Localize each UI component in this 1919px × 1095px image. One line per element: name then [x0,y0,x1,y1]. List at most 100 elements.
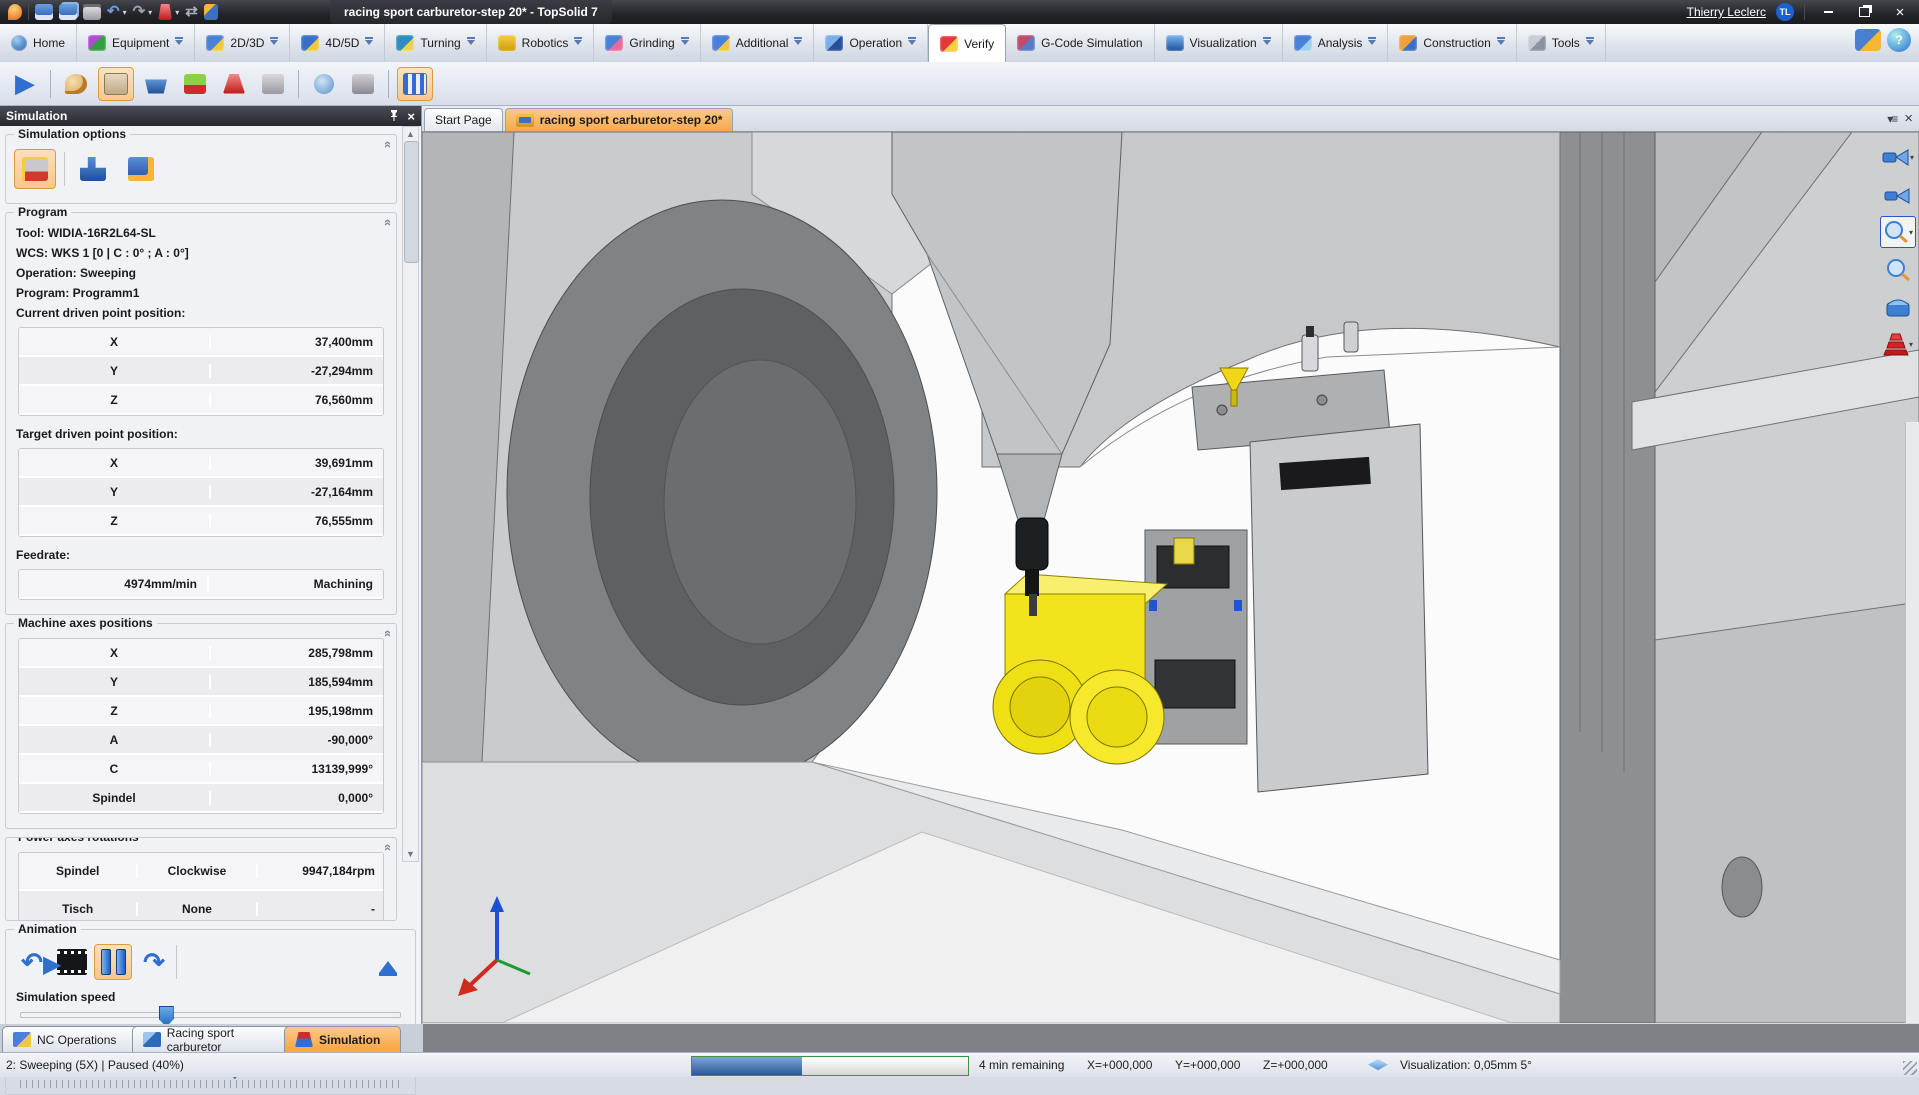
save-icon[interactable] [35,4,53,20]
pause-button[interactable] [94,944,132,980]
tab-verify[interactable]: Verify [928,24,1006,62]
eject-button[interactable] [379,949,397,976]
dropdown-icon[interactable] [794,37,802,49]
scroll-down-icon[interactable]: ▼ [406,847,415,861]
tab-operation[interactable]: Operation [814,24,928,62]
tab-turning[interactable]: Turning [385,24,486,62]
tab-visualization[interactable]: Visualization [1155,24,1283,62]
collapse-icon[interactable]: » [379,844,394,851]
pin-icon[interactable] [389,109,399,124]
table-row: Y-27,294mm [19,357,383,386]
visualization-setting[interactable]: Visualization: 0,05mm 5° [1400,1058,1532,1072]
help-icon[interactable]: ? [1887,28,1911,52]
material-palette-icon[interactable] [59,68,93,100]
dropdown-icon[interactable] [908,37,916,49]
close-document-icon[interactable]: × [1904,110,1913,127]
dropdown-icon[interactable] [1263,37,1271,49]
delete-steps-icon[interactable] [158,4,172,20]
tab-4d5d[interactable]: 4D/5D [290,24,385,62]
axes-histogram-button[interactable] [397,67,433,101]
delete-dropdown-icon[interactable]: ▾ [175,8,179,17]
dropdown-icon[interactable] [574,37,582,49]
dropdown-icon[interactable] [270,37,278,49]
table-row: 4974mm/min Machining [19,570,383,599]
collision-cube-button[interactable] [256,68,290,100]
table-row: Tisch None - [19,891,383,921]
panel-close-icon[interactable]: × [407,109,415,124]
wizard-icon[interactable] [1855,29,1881,51]
gray-part-button[interactable] [346,68,380,100]
viewport-3d[interactable]: ▾ ▾ ▾ [422,132,1919,1023]
tab-active-document[interactable]: racing sport carburetor-step 20* [505,108,734,131]
part-document-icon [143,1032,161,1047]
sync-icon[interactable]: ⇄ [185,4,198,20]
named-view-icon[interactable]: ▾ [1881,142,1915,172]
tab-simulation[interactable]: Simulation [284,1026,401,1052]
tab-robotics[interactable]: Robotics [487,24,595,62]
dropdown-icon[interactable] [1368,37,1376,49]
toolpath-levels-icon[interactable]: ▾ [1881,329,1915,359]
stock-simulation-button[interactable] [98,67,134,101]
play-simulation-button[interactable]: ▶ [8,68,42,100]
scroll-up-icon[interactable]: ▲ [406,127,415,141]
undo-dropdown-icon[interactable]: ▾ [123,8,127,17]
step-forward-button[interactable]: ↷ [136,945,172,979]
tab-construction[interactable]: Construction [1388,24,1516,62]
dropdown-icon[interactable] [681,37,689,49]
tab-racing-sport-carburetor[interactable]: Racing sport carburetor [132,1026,301,1052]
box-view-icon[interactable] [1881,292,1915,322]
redo-dropdown-icon[interactable]: ▾ [148,8,152,17]
power-axes-group: Power axes rotations » Spindel Clockwise… [5,837,397,921]
verify-zoom-button[interactable] [307,68,341,100]
machined-part-button[interactable] [178,68,212,100]
stock-removal-option[interactable] [14,149,56,189]
print-icon[interactable] [83,4,101,20]
tab-start-page[interactable]: Start Page [424,108,503,131]
tab-list-icon[interactable]: ▾≡ [1887,112,1896,126]
minimize-button[interactable] [1815,3,1841,21]
resize-grip[interactable] [1903,1061,1917,1075]
tab-analysis[interactable]: Analysis [1283,24,1389,62]
export-icon[interactable] [204,4,218,20]
close-button[interactable]: × [1887,3,1913,21]
tab-home[interactable]: Home [0,24,77,62]
tab-gcode-simulation[interactable]: G-Code Simulation [1006,24,1154,62]
zoom-window-icon[interactable] [1881,255,1915,285]
visualization-layers-icon[interactable] [1368,1059,1388,1073]
user-name-link[interactable]: Thierry Leclerc [1687,5,1766,19]
dropdown-icon[interactable] [365,37,373,49]
tab-grinding[interactable]: Grinding [594,24,700,62]
collapse-icon[interactable]: » [379,630,394,637]
panel-scrollbar[interactable]: ▲ ▼ [402,126,419,862]
restore-button[interactable] [1851,3,1877,21]
user-avatar[interactable]: TL [1776,3,1794,21]
tab-additional[interactable]: Additional [701,24,815,62]
program-operation: Operation: Sweeping [10,263,392,283]
toolpath-steps-button[interactable] [217,68,251,100]
collapse-icon[interactable]: » [379,219,394,226]
table-row: X39,691mm [19,449,383,478]
tab-tools[interactable]: Tools [1517,24,1606,62]
scrollbar-thumb[interactable] [404,141,419,263]
collision-detection-option[interactable] [121,150,161,188]
zoom-tool-icon[interactable]: ▾ [1880,216,1916,248]
table-row: X37,400mm [19,328,383,357]
redo-icon[interactable]: ↷ [133,4,146,20]
play-animation-button[interactable]: ▶ [54,945,90,979]
tab-2d3d[interactable]: 2D/3D [195,24,290,62]
dropdown-icon[interactable] [1586,37,1594,49]
viewport-scrollbar[interactable] [1905,422,1919,1023]
camera-view-icon[interactable] [1881,179,1915,209]
collapse-icon[interactable]: » [379,141,394,148]
tab-equipment[interactable]: Equipment [77,24,195,62]
machine-simulation-option[interactable] [73,150,113,188]
simulation-icon [295,1032,313,1047]
tab-nc-operations[interactable]: NC Operations [2,1026,150,1052]
dropdown-icon[interactable] [175,37,183,49]
undo-icon[interactable]: ↶ [107,4,120,20]
workpiece-tray-button[interactable] [139,68,173,100]
dropdown-icon[interactable] [467,37,475,49]
save-all-icon[interactable] [59,4,77,20]
coord-x: X=+000,000 [1087,1058,1152,1072]
dropdown-icon[interactable] [1497,37,1505,49]
